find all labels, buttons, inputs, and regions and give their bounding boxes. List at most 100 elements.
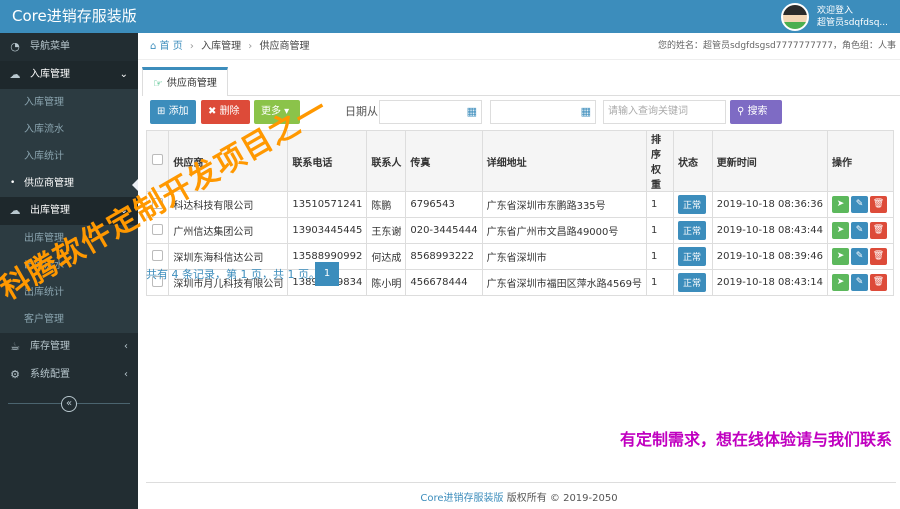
footer: Core进销存服装版 版权所有 © 2019-2050 xyxy=(138,489,900,504)
breadcrumb: ⌂ 首 页 › 入库管理 › 供应商管理 您的姓名：超管员sdgfdsgsd77… xyxy=(138,33,900,60)
search-button[interactable]: ⚲ 搜索 xyxy=(730,100,782,124)
cell-actions: ➤ ✎ 🗑 xyxy=(827,243,894,270)
col-updated[interactable]: 更新时间 xyxy=(711,130,829,192)
edit-button[interactable]: ✎ xyxy=(851,196,868,213)
cell-actions: ➤ ✎ 🗑 xyxy=(827,269,894,296)
cell-fax: 456678444 xyxy=(405,269,483,296)
col-actions: 操作 xyxy=(827,130,894,192)
send-button[interactable]: ➤ xyxy=(832,274,849,291)
delete-row-button[interactable]: 🗑 xyxy=(870,196,887,213)
app-brand[interactable]: Core进销存服装版 xyxy=(0,0,138,33)
calendar-icon[interactable]: ▦ xyxy=(581,105,591,118)
select-all-checkbox[interactable] xyxy=(152,154,164,165)
cell-contact: 陈鹏 xyxy=(366,191,407,218)
delete-row-button[interactable]: 🗑 xyxy=(870,222,887,239)
breadcrumb-inbound[interactable]: 入库管理 xyxy=(201,41,241,52)
bullet-icon: • xyxy=(10,178,16,188)
col-fax[interactable]: 传真 xyxy=(405,130,483,192)
edit-button[interactable]: ✎ xyxy=(851,248,868,265)
edit-button[interactable]: ✎ xyxy=(851,274,868,291)
cell-fax: 6796543 xyxy=(405,191,483,218)
send-button[interactable]: ➤ xyxy=(832,248,849,265)
edit-button[interactable]: ✎ xyxy=(851,222,868,239)
cell-address: 广东省深圳市东鹏路335号 xyxy=(481,191,648,218)
cell-weight: 1 xyxy=(646,217,674,244)
row-checkbox[interactable] xyxy=(152,249,164,261)
user-menu[interactable]: 欢迎登入 超管员sdqfdsq... xyxy=(781,2,888,32)
sidebar-item-supplier-manage[interactable]: • 供应商管理 xyxy=(0,170,138,197)
cell-actions: ➤ ✎ 🗑 xyxy=(827,217,894,244)
chevron-down-icon: ⌄ xyxy=(119,69,128,80)
cell-weight: 1 xyxy=(646,269,674,296)
send-button[interactable]: ➤ xyxy=(832,222,849,239)
dashboard-icon: ◔ xyxy=(10,40,20,53)
cell-weight: 1 xyxy=(646,243,674,270)
cell-contact: 王东谢 xyxy=(366,217,407,244)
add-button[interactable]: ⊞ 添加 xyxy=(150,100,196,124)
cell-phone: 13903445445 xyxy=(287,217,368,244)
breadcrumb-supplier: 供应商管理 xyxy=(259,41,310,52)
status-badge: 正常 xyxy=(677,273,706,292)
footer-copyright: 版权所有 © 2019-2050 xyxy=(503,493,618,504)
cell-time: 2019-10-18 08:36:36 xyxy=(711,191,829,218)
sidebar-item-inbound-flow[interactable]: 入库流水 xyxy=(0,116,138,143)
delete-row-button[interactable]: 🗑 xyxy=(870,248,887,265)
cell-fax: 8568993222 xyxy=(405,243,483,270)
table-row[interactable]: 广州信达集团公司 13903445445 王东谢 020-3445444 广东省广州市文… xyxy=(145,217,894,244)
gear-icon: ⚙ xyxy=(10,368,20,381)
footer-brand-link[interactable]: Core进销存服装版 xyxy=(420,493,503,504)
cell-status: 正常 xyxy=(672,217,713,244)
col-contact[interactable]: 联系人 xyxy=(366,130,407,192)
cloud-download-icon: ☁ xyxy=(9,204,21,217)
table-row[interactable]: 科达科技有限公司 13510571241 陈鹏 6796543 广东省深圳市东鹏路335… xyxy=(145,191,894,218)
cell-fax: 020-3445444 xyxy=(405,217,483,244)
calendar-icon[interactable]: ▦ xyxy=(467,105,477,118)
cell-weight: 1 xyxy=(646,191,674,218)
cell-supplier: 广州信达集团公司 xyxy=(168,217,289,244)
sidebar-collapse-row: « xyxy=(0,389,138,419)
status-badge: 正常 xyxy=(677,195,706,214)
thumbs-up-icon: ☞ xyxy=(153,76,163,90)
col-address[interactable]: 详细地址 xyxy=(481,130,648,192)
inbound-submenu: 入库管理 入库流水 入库统计 • 供应商管理 xyxy=(0,89,138,197)
sidebar-item-inbound-manage[interactable]: 入库管理 xyxy=(0,89,138,116)
top-bar: Core进销存服装版 欢迎登入 超管员sdqfdsq... xyxy=(0,0,900,33)
date-from-input[interactable]: ▦ xyxy=(379,100,482,124)
status-badge: 正常 xyxy=(677,221,706,240)
user-greeting: 欢迎登入 xyxy=(817,6,854,16)
delete-button[interactable]: ✖ 删除 xyxy=(201,100,250,124)
avatar[interactable] xyxy=(781,3,810,31)
breadcrumb-home[interactable]: 首 页 xyxy=(160,41,183,52)
tab-supplier-manage[interactable]: ☞ 供应商管理 xyxy=(142,67,228,96)
sidebar-item-inbound[interactable]: ☁ 入库管理 ⌄ xyxy=(0,61,138,89)
page-1-button[interactable]: 1 xyxy=(315,262,339,286)
send-button[interactable]: ➤ xyxy=(832,196,849,213)
sidebar-item-settings[interactable]: ⚙ 系统配置 ‹ xyxy=(0,361,138,389)
cell-status: 正常 xyxy=(672,191,713,218)
sidebar-item-customer-manage[interactable]: 客户管理 xyxy=(0,306,138,333)
sidebar-item-stock[interactable]: ☕ 库存管理 ‹ xyxy=(0,333,138,361)
delete-row-button[interactable]: 🗑 xyxy=(870,274,887,291)
home-icon[interactable]: ⌂ xyxy=(150,41,156,52)
col-status[interactable]: 状态 xyxy=(672,130,713,192)
sidebar-nav-title: ◔ 导航菜单 xyxy=(0,33,138,61)
chevron-left-icon: ‹ xyxy=(124,369,128,380)
user-name[interactable]: 超管员sdqfdsq... xyxy=(817,17,888,29)
cloud-upload-icon: ☁ xyxy=(9,68,21,81)
cell-contact: 何达成 xyxy=(366,243,407,270)
date-to-input[interactable]: ▦ xyxy=(490,100,596,124)
sidebar-item-inbound-stats[interactable]: 入库统计 xyxy=(0,143,138,170)
search-input[interactable]: 请输入查询关键词 xyxy=(603,100,726,124)
sidebar-collapse-button[interactable]: « xyxy=(61,396,77,412)
status-badge: 正常 xyxy=(677,247,706,266)
plus-icon: ⊞ xyxy=(157,106,169,117)
cell-address: 广东省深圳市 xyxy=(481,243,648,270)
chevron-left-icon: ‹ xyxy=(124,341,128,352)
coffee-cup-icon: ☕ xyxy=(10,340,20,353)
cell-address: 广东省深圳市福田区萍水路4569号 xyxy=(481,269,648,296)
cell-status: 正常 xyxy=(672,269,713,296)
col-weight[interactable]: 排序权重 xyxy=(646,130,674,192)
search-icon: ⚲ xyxy=(737,106,748,117)
cell-time: 2019-10-18 08:43:44 xyxy=(711,217,829,244)
user-role-info: 您的姓名：超管员sdgfdsgsd7777777777，角色组：人事 xyxy=(657,41,896,51)
